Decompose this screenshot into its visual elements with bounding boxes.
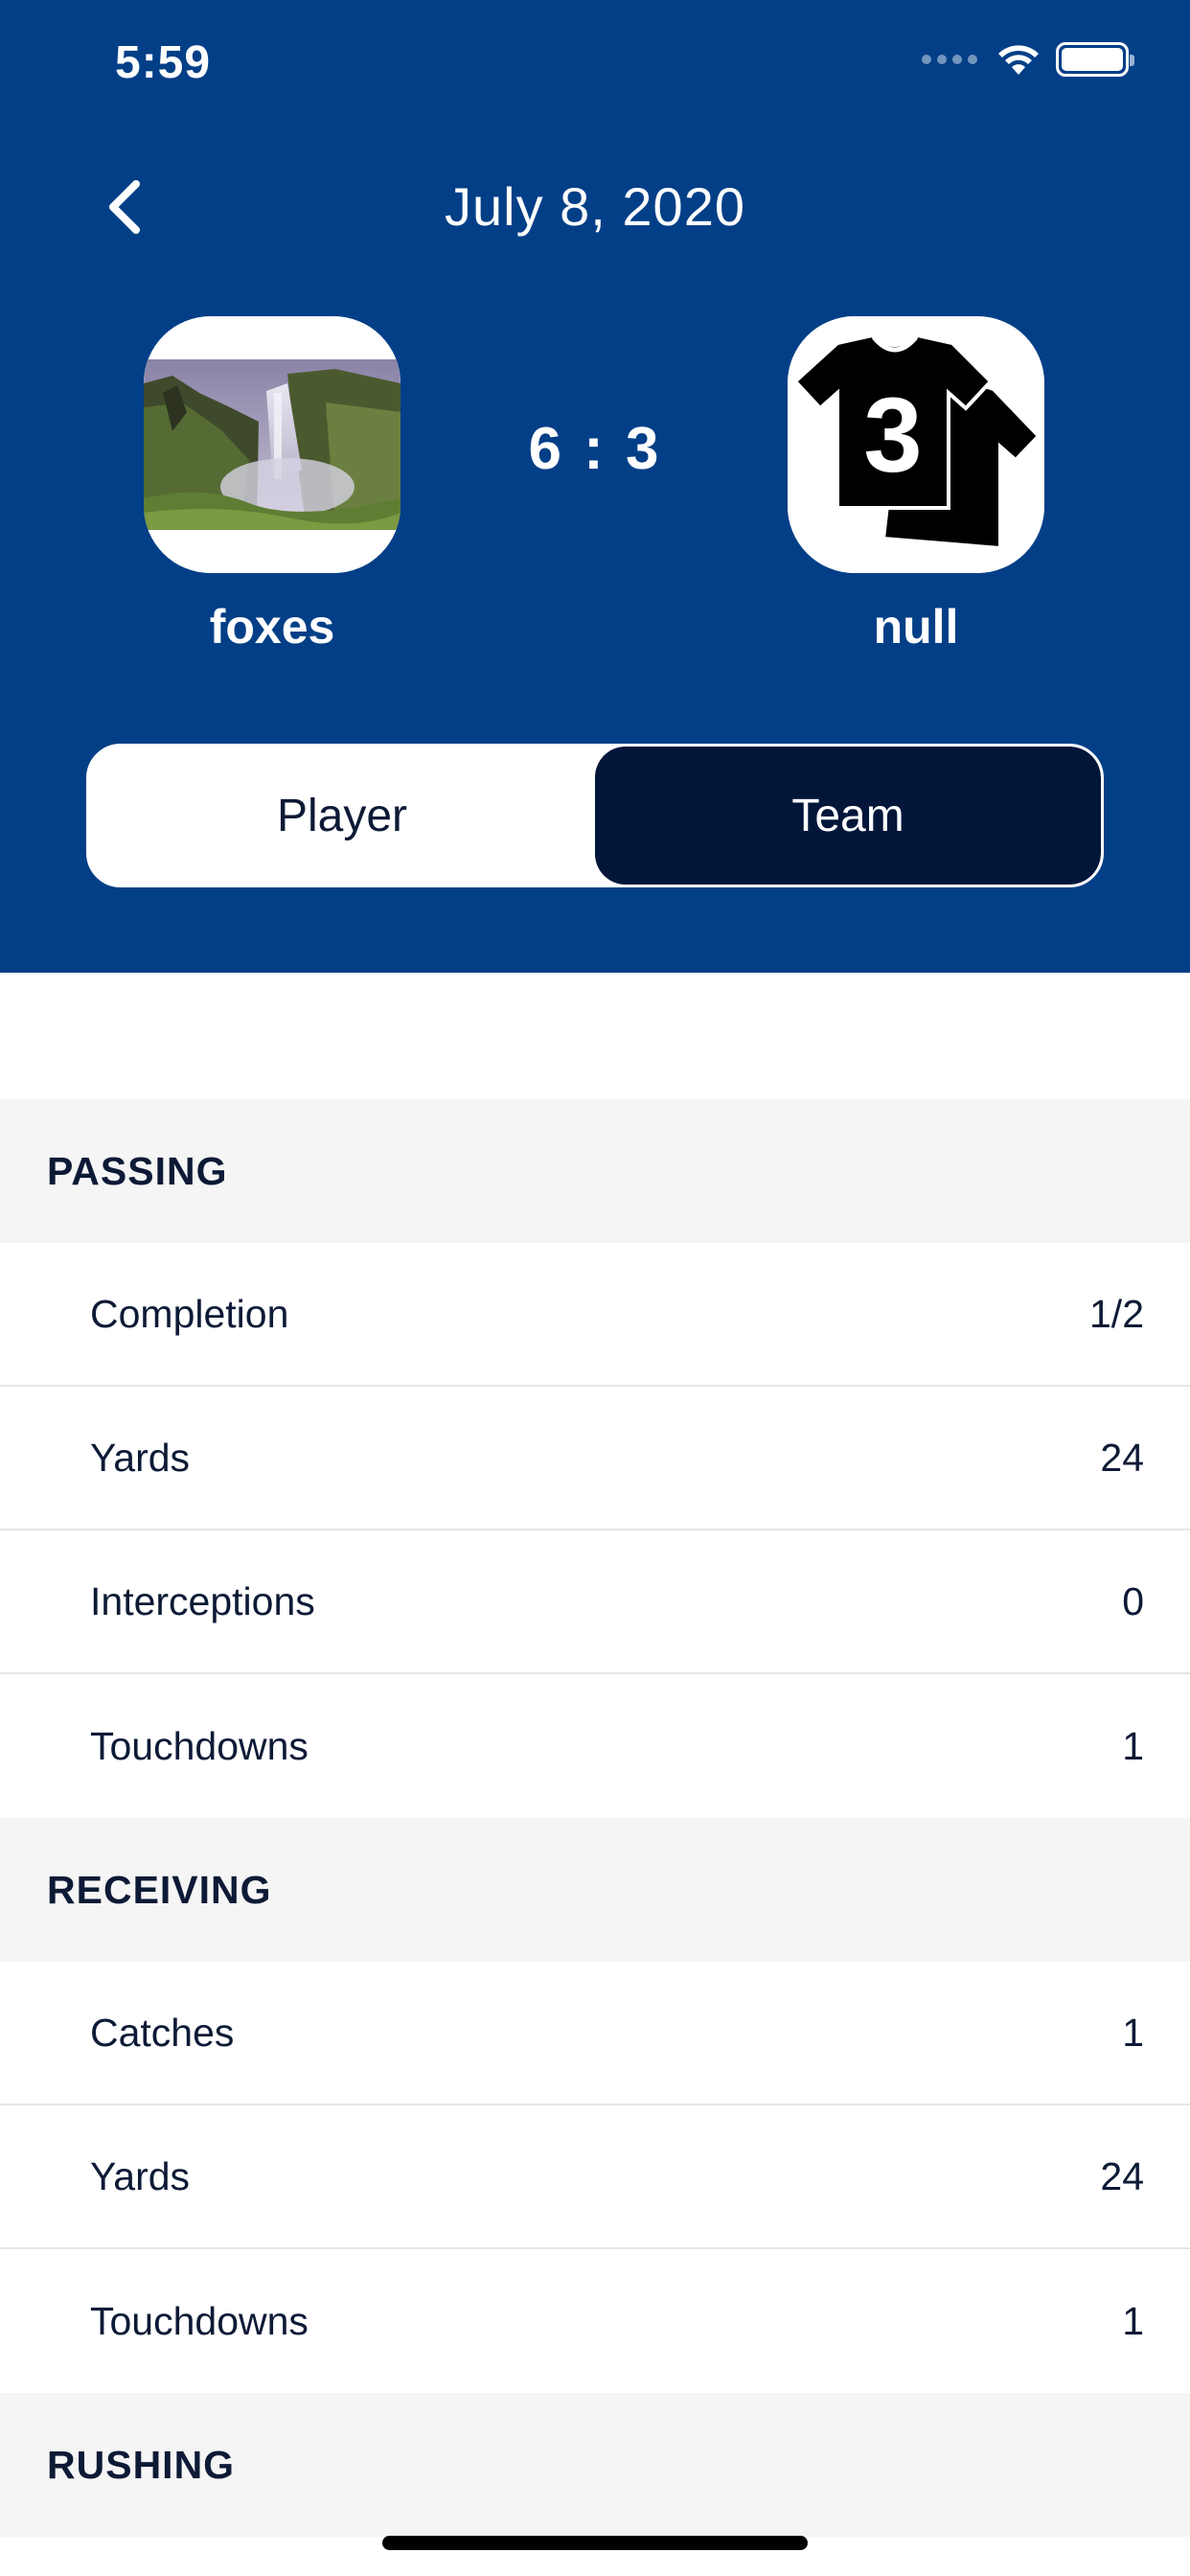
status-time: 5:59 — [115, 37, 212, 88]
stat-label: Interceptions — [90, 1578, 315, 1623]
stat-value: 1 — [1122, 2010, 1144, 2055]
cellular-signal-icon — [922, 55, 977, 64]
stat-label: Catches — [90, 2010, 235, 2055]
stat-row: Catches 1 — [0, 1962, 1190, 2105]
jersey-number-3-icon: 3 — [788, 316, 1044, 573]
away-team-name: null — [873, 600, 959, 654]
stat-value: 1/2 — [1089, 1291, 1144, 1336]
stat-label: Completion — [90, 1291, 289, 1336]
home-indicator[interactable] — [382, 2536, 808, 2550]
wifi-icon — [998, 45, 1039, 75]
home-team-logo[interactable] — [144, 316, 400, 573]
stat-value: 1 — [1122, 2298, 1144, 2343]
stat-value: 0 — [1122, 1578, 1144, 1623]
stat-row: Yards 24 — [0, 1387, 1190, 1530]
stat-label: Yards — [90, 1435, 191, 1480]
section-header-receiving: RECEIVING — [0, 1818, 1190, 1962]
game-score: 6 : 3 — [528, 416, 662, 482]
section-header-passing: PASSING — [0, 1099, 1190, 1243]
home-team-name: foxes — [209, 600, 335, 654]
passing-rows: Completion 1/2 Yards 24 Interceptions 0 … — [0, 1243, 1190, 1818]
stat-label: Touchdowns — [90, 2298, 309, 2343]
stat-label: Yards — [90, 2153, 191, 2198]
stat-row: Interceptions 0 — [0, 1530, 1190, 1674]
stat-value: 1 — [1122, 1723, 1144, 1768]
game-header: 5:59 July 8, 2020 foxes 6: 3 3 null Pla… — [0, 0, 1190, 973]
away-team-logo[interactable]: 3 — [788, 316, 1044, 573]
stat-value: 24 — [1100, 2153, 1144, 2198]
battery-icon — [1056, 42, 1134, 77]
stat-label: Touchdowns — [90, 1723, 309, 1768]
waterfall-photo — [144, 316, 400, 573]
stat-row: Touchdowns 1 — [0, 1674, 1190, 1818]
tab-player[interactable]: Player — [89, 747, 595, 885]
stat-value: 24 — [1100, 1435, 1144, 1480]
svg-text:3: 3 — [863, 377, 922, 494]
tab-team[interactable]: Team — [595, 747, 1101, 885]
stat-row: Touchdowns 1 — [0, 2249, 1190, 2393]
section-header-rushing: RUSHING — [0, 2393, 1190, 2537]
status-icons — [922, 42, 1134, 77]
team-stats-list: PASSING Completion 1/2 Yards 24 Intercep… — [0, 1099, 1190, 2537]
stat-row: Completion 1/2 — [0, 1243, 1190, 1387]
receiving-rows: Catches 1 Yards 24 Touchdowns 1 — [0, 1962, 1190, 2393]
stat-row: Yards 24 — [0, 2105, 1190, 2249]
player-team-toggle[interactable]: Player Team — [86, 744, 1104, 887]
page-title: July 8, 2020 — [445, 176, 745, 237]
